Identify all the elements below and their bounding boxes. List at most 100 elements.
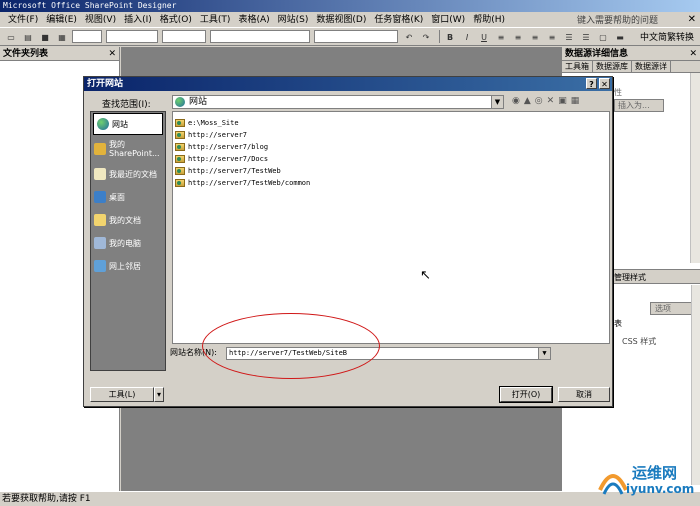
menu-task-panes[interactable]: 任务窗格(K): [370, 12, 427, 28]
file-name: http://server7/TestWeb: [188, 166, 281, 175]
font-size-combo[interactable]: [162, 30, 206, 43]
options-button[interactable]: 选项: [650, 302, 694, 315]
chevron-down-icon[interactable]: ▼: [491, 96, 503, 108]
list-item[interactable]: http://server7/TestWeb/common: [173, 177, 609, 188]
place-desktop[interactable]: 桌面: [91, 186, 165, 208]
insert-as-button[interactable]: 插入为...: [614, 99, 664, 112]
close-icon[interactable]: ✕: [108, 47, 116, 61]
underline-icon[interactable]: U: [477, 30, 491, 43]
undo-icon[interactable]: ↶: [402, 30, 416, 43]
close-icon[interactable]: ✕: [688, 14, 696, 25]
window-title: Microsoft Office SharePoint Designer: [0, 0, 700, 12]
manage-styles-title: 管理样式: [614, 273, 646, 282]
redo-icon[interactable]: ↷: [419, 30, 433, 43]
open-site-dialog: 打开网站 ? ✕ 查找范围(I): 网站 ▼ ◉ ▲ ◎ ✕ ▣ ▦ 网站 我的…: [83, 76, 613, 407]
menu-file[interactable]: 文件(F): [4, 12, 42, 28]
new-icon[interactable]: ▭: [4, 30, 18, 43]
up-folder-icon[interactable]: ▲: [524, 96, 531, 106]
site-name-label: 网站名称(N):: [170, 348, 217, 357]
place-label: 网上邻居: [109, 261, 141, 271]
menu-view[interactable]: 视图(V): [81, 12, 120, 28]
close-icon[interactable]: ✕: [689, 47, 697, 61]
mouse-cursor-icon: ↖: [420, 268, 431, 283]
place-my-sharepoint[interactable]: 我的 SharePoint...: [91, 136, 165, 162]
ime-label[interactable]: 中文简繁转换: [640, 30, 694, 43]
menu-data-view[interactable]: 数据视图(D): [312, 12, 370, 28]
folder-list-title: 文件夹列表: [3, 49, 49, 59]
place-label: 我的 SharePoint...: [109, 140, 160, 158]
save-icon[interactable]: ■: [38, 30, 52, 43]
border-icon[interactable]: ▢: [596, 30, 610, 43]
help-search-box[interactable]: 键入需要帮助的问题: [577, 13, 658, 26]
numbering-icon[interactable]: ☰: [562, 30, 576, 43]
scrollbar[interactable]: [690, 73, 700, 263]
dialog-title-bar: 打开网站 ? ✕: [84, 77, 612, 91]
justify-icon[interactable]: ≡: [545, 30, 559, 43]
web-folder-icon: [175, 130, 185, 139]
pane-tabs: 工具箱 数据源库 数据源详: [562, 61, 700, 73]
data-source-title: 数据源详细信息: [565, 49, 629, 59]
file-name: http://server7/TestWeb/common: [188, 178, 311, 187]
menu-insert[interactable]: 插入(I): [120, 12, 156, 28]
menu-table[interactable]: 表格(A): [234, 12, 273, 28]
site-name-input[interactable]: http://server7/TestWeb/SiteB ▼: [226, 347, 551, 360]
views-icon[interactable]: ▦: [571, 96, 580, 106]
web-folder-icon: [175, 178, 185, 187]
search-web-icon[interactable]: ◎: [535, 96, 543, 106]
bullets-icon[interactable]: ☰: [579, 30, 593, 43]
menu-window[interactable]: 窗口(W): [427, 12, 469, 28]
place-network[interactable]: 网上邻居: [91, 255, 165, 277]
menu-help[interactable]: 帮助(H): [469, 12, 509, 28]
align-center-icon[interactable]: ≡: [511, 30, 525, 43]
menu-edit[interactable]: 编辑(E): [42, 12, 81, 28]
bold-icon[interactable]: B: [443, 30, 457, 43]
place-my-computer[interactable]: 我的电脑: [91, 232, 165, 254]
font-combo[interactable]: [106, 30, 158, 43]
cancel-button[interactable]: 取消: [558, 387, 610, 402]
open-folder-icon[interactable]: ▤: [21, 30, 35, 43]
list-item[interactable]: http://server7/Docs: [173, 153, 609, 164]
place-recent-documents[interactable]: 我最近的文档: [91, 163, 165, 185]
tab-data-source-library[interactable]: 数据源库: [593, 61, 632, 72]
tools-button[interactable]: 工具(L): [90, 387, 154, 402]
delete-icon[interactable]: ✕: [547, 96, 555, 106]
web-folder-icon: [175, 142, 185, 151]
tab-data-source-details[interactable]: 数据源详: [632, 61, 671, 72]
toolbar-separator: [439, 30, 440, 43]
highlight-icon[interactable]: ▬: [613, 30, 627, 43]
scrollbar[interactable]: [691, 285, 700, 485]
list-item[interactable]: http://server7: [173, 129, 609, 140]
size-combo[interactable]: [314, 30, 398, 43]
list-item[interactable]: e:\Moss_Site: [173, 117, 609, 128]
site-name-value: http://server7/TestWeb/SiteB: [229, 349, 348, 357]
menu-format[interactable]: 格式(O): [156, 12, 196, 28]
place-label: 桌面: [109, 192, 125, 202]
list-item[interactable]: http://server7/TestWeb: [173, 165, 609, 176]
look-in-label: 查找范围(I):: [102, 100, 151, 110]
open-button[interactable]: 打开(O): [499, 386, 553, 403]
web-folder-icon: [175, 166, 185, 175]
menu-site[interactable]: 网站(S): [274, 12, 313, 28]
status-bar: 若要获取帮助,请按 F1: [0, 491, 700, 506]
tab-toolbox[interactable]: 工具箱: [562, 61, 593, 72]
place-my-documents[interactable]: 我的文档: [91, 209, 165, 231]
place-websites[interactable]: 网站: [93, 113, 163, 135]
list-item[interactable]: http://server7/blog: [173, 141, 609, 152]
align-left-icon[interactable]: ≡: [494, 30, 508, 43]
desktop-icon: [94, 191, 106, 203]
tools-dropdown-icon[interactable]: ▾: [154, 387, 164, 402]
look-in-combo[interactable]: 网站 ▼: [172, 95, 504, 109]
close-icon[interactable]: ✕: [599, 78, 610, 89]
web-folder-icon: [175, 154, 185, 163]
chevron-down-icon[interactable]: ▼: [538, 348, 550, 359]
align-right-icon[interactable]: ≡: [528, 30, 542, 43]
help-icon[interactable]: ?: [586, 78, 597, 89]
menu-tools[interactable]: 工具(T): [196, 12, 235, 28]
style-combo[interactable]: [72, 30, 102, 43]
new-folder-icon[interactable]: ▣: [558, 96, 567, 106]
italic-icon[interactable]: I: [460, 30, 474, 43]
file-list[interactable]: e:\Moss_Site http://server7 http://serve…: [172, 111, 610, 344]
print-icon[interactable]: ▦: [55, 30, 69, 43]
font-name-combo[interactable]: [210, 30, 310, 43]
back-icon[interactable]: ◉: [512, 96, 520, 106]
